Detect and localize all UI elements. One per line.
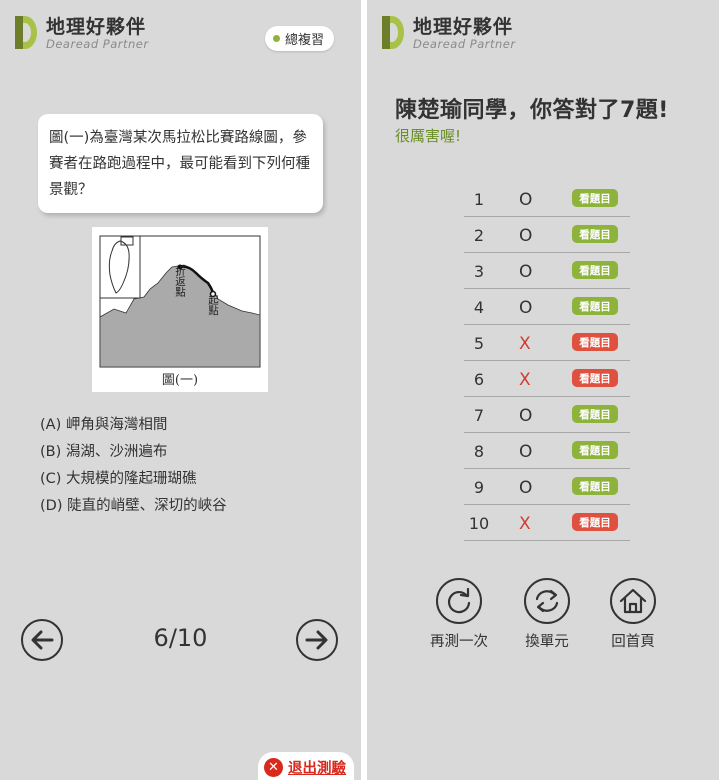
option-b[interactable]: (B) 潟湖、沙洲遍布 <box>40 439 227 466</box>
view-question-button[interactable]: 看題目 <box>572 477 618 495</box>
question-number: 10 <box>468 514 490 533</box>
quiz-screen: 地理好夥伴 Dearead Partner 總複習 圖(一)為臺灣某次馬拉松比賽… <box>0 0 361 780</box>
review-badge: 總複習 <box>264 26 334 51</box>
app-logo: 地理好夥伴 Dearead Partner <box>15 16 149 50</box>
correct-mark: O <box>519 406 533 426</box>
refresh-icon <box>447 587 471 614</box>
turn-label: 折返點 <box>174 264 186 297</box>
app-subtitle: Dearead Partner <box>413 37 516 51</box>
question-number: 8 <box>473 442 485 461</box>
switch-unit-button[interactable]: 換單元 <box>517 578 577 651</box>
question-number: 9 <box>473 478 485 497</box>
question-bubble: 圖(一)為臺灣某次馬拉松比賽路線圖，參賽者在路跑過程中，最可能看到下列何種景觀？ <box>38 114 323 213</box>
results-list: 1 O 看題目 2 O 看題目 3 O 看題目 4 O 看題目 5 X 看題目 6 X 看題目 7 O 看題目 8 O 看題目… <box>464 181 630 541</box>
retest-label: 再測一次 <box>430 634 488 650</box>
sync-icon <box>535 589 559 613</box>
exit-quiz-button[interactable]: ✕ 退出測驗 <box>258 752 354 780</box>
view-question-button[interactable]: 看題目 <box>572 261 618 279</box>
correct-mark: O <box>519 478 533 498</box>
correct-mark: O <box>519 262 533 282</box>
marathon-route-map: 折返點 起點 <box>99 235 261 368</box>
logo-mark-icon <box>382 16 404 49</box>
question-number: 2 <box>473 226 485 245</box>
view-question-button[interactable]: 看題目 <box>572 333 618 351</box>
question-number: 7 <box>473 406 485 425</box>
start-label: 起點 <box>207 295 219 317</box>
exit-quiz-label: 退出測驗 <box>288 760 346 777</box>
result-row: 1 O 看題目 <box>464 181 630 217</box>
figure-caption: 圖(一) <box>161 373 199 388</box>
result-row: 2 O 看題目 <box>464 217 630 253</box>
status-dot-icon <box>272 35 280 42</box>
option-c[interactable]: (C) 大規模的隆起珊瑚礁 <box>40 466 227 493</box>
home-label: 回首頁 <box>611 634 655 650</box>
view-question-button[interactable]: 看題目 <box>572 513 618 531</box>
correct-mark: O <box>519 298 533 318</box>
view-question-button[interactable]: 看題目 <box>572 405 618 423</box>
option-a[interactable]: (A) 岬角與海灣相間 <box>40 412 227 439</box>
next-question-button[interactable] <box>296 619 338 661</box>
wrong-mark: X <box>519 334 531 354</box>
result-row: 7 O 看題目 <box>464 397 630 433</box>
app-title: 地理好夥伴 <box>46 16 147 38</box>
view-question-button[interactable]: 看題目 <box>572 441 618 459</box>
correct-mark: O <box>519 190 533 210</box>
home-button[interactable]: 回首頁 <box>603 578 663 651</box>
view-question-button[interactable]: 看題目 <box>572 369 618 387</box>
result-row: 3 O 看題目 <box>464 253 630 289</box>
correct-mark: O <box>519 226 533 246</box>
result-row: 10 X 看題目 <box>464 505 630 541</box>
result-screen: 地理好夥伴 Dearead Partner 陳楚瑜同學，你答對了7題! 很厲害喔… <box>367 0 719 780</box>
answer-options: (A) 岬角與海灣相間 (B) 潟湖、沙洲遍布 (C) 大規模的隆起珊瑚礁 (D… <box>40 412 227 520</box>
logo-mark-icon <box>15 16 37 49</box>
review-label: 總複習 <box>284 33 324 48</box>
view-question-button[interactable]: 看題目 <box>572 297 618 315</box>
wrong-mark: X <box>519 514 531 534</box>
result-row: 8 O 看題目 <box>464 433 630 469</box>
app-subtitle: Dearead Partner <box>46 37 149 51</box>
question-number: 6 <box>473 370 485 389</box>
close-circle-icon: ✕ <box>264 757 283 777</box>
view-question-button[interactable]: 看題目 <box>572 225 618 243</box>
result-row: 4 O 看題目 <box>464 289 630 325</box>
view-question-button[interactable]: 看題目 <box>572 189 618 207</box>
arrow-right-icon <box>305 630 328 650</box>
switch-unit-label: 換單元 <box>525 634 569 650</box>
result-subtitle: 很厲害喔! <box>395 127 462 145</box>
app-logo: 地理好夥伴 Dearead Partner <box>382 16 516 50</box>
result-row: 5 X 看題目 <box>464 325 630 361</box>
retest-button[interactable]: 再測一次 <box>429 578 489 651</box>
result-row: 6 X 看題目 <box>464 361 630 397</box>
result-row: 9 O 看題目 <box>464 469 630 505</box>
wrong-mark: X <box>519 370 531 390</box>
home-icon <box>619 588 647 614</box>
correct-mark: O <box>519 442 533 462</box>
option-d[interactable]: (D) 陡直的峭壁、深切的峽谷 <box>40 493 227 520</box>
question-number: 5 <box>473 334 485 353</box>
question-number: 3 <box>473 262 485 281</box>
question-number: 4 <box>473 298 485 317</box>
result-title: 陳楚瑜同學，你答對了7題! <box>395 98 669 123</box>
question-number: 1 <box>473 190 485 209</box>
app-title: 地理好夥伴 <box>413 16 514 38</box>
map-figure: 折返點 起點 圖(一) <box>92 227 268 392</box>
